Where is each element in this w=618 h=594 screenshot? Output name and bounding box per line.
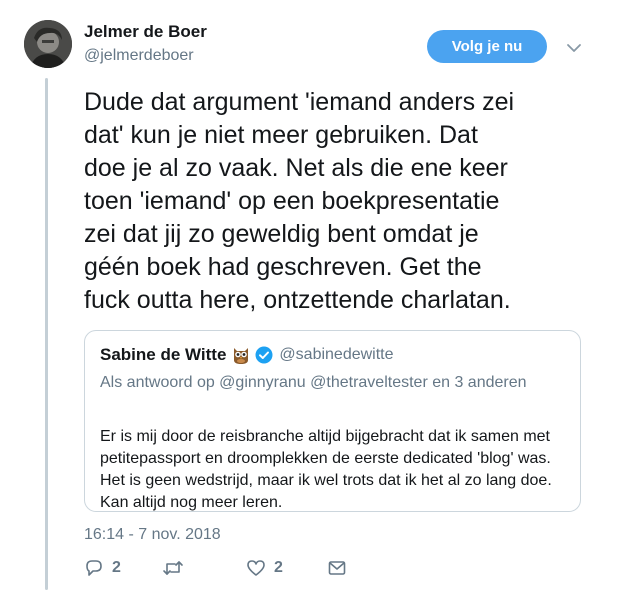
quoted-author-handle: @sabinedewitte [279,346,394,363]
like-button[interactable]: 2 [246,558,283,578]
retweet-button[interactable] [162,558,192,578]
retweet-icon [163,561,183,575]
thread-line [45,78,48,590]
quoted-tweet[interactable]: Sabine de Witte @sabinedewitte Als antwo… [84,330,581,512]
author-avatar[interactable] [24,20,72,68]
author-handle[interactable]: @jelmerdeboer [84,47,194,65]
like-count: 2 [274,559,283,576]
tweet-text: Dude dat argument 'iemand anders zei dat… [84,88,515,314]
direct-message-icon [328,561,346,575]
verified-badge-icon [255,346,273,364]
reply-context: Als antwoord op @ginnyranu @thetraveltes… [100,374,527,391]
tweet-timestamp[interactable]: 16:14 - 7 nov. 2018 [84,526,221,544]
heart-icon [247,560,265,576]
avatar-photo-icon [24,20,72,68]
owl-emoji-icon [231,345,251,365]
quoted-tweet-header: Sabine de Witte @sabinedewitte [100,345,394,365]
quoted-tweet-text: Er is mij door de reisbranche altijd bij… [100,428,552,511]
chevron-down-icon [567,44,581,52]
author-name[interactable]: Jelmer de Boer [84,22,207,42]
direct-message-button[interactable] [327,558,347,578]
reply-count: 2 [112,559,121,576]
reply-icon [86,560,102,576]
reply-button[interactable]: 2 [84,558,121,578]
follow-button[interactable]: Volg je nu [427,30,547,63]
more-options-button[interactable] [566,40,582,56]
quoted-author-name: Sabine de Witte [100,345,227,364]
